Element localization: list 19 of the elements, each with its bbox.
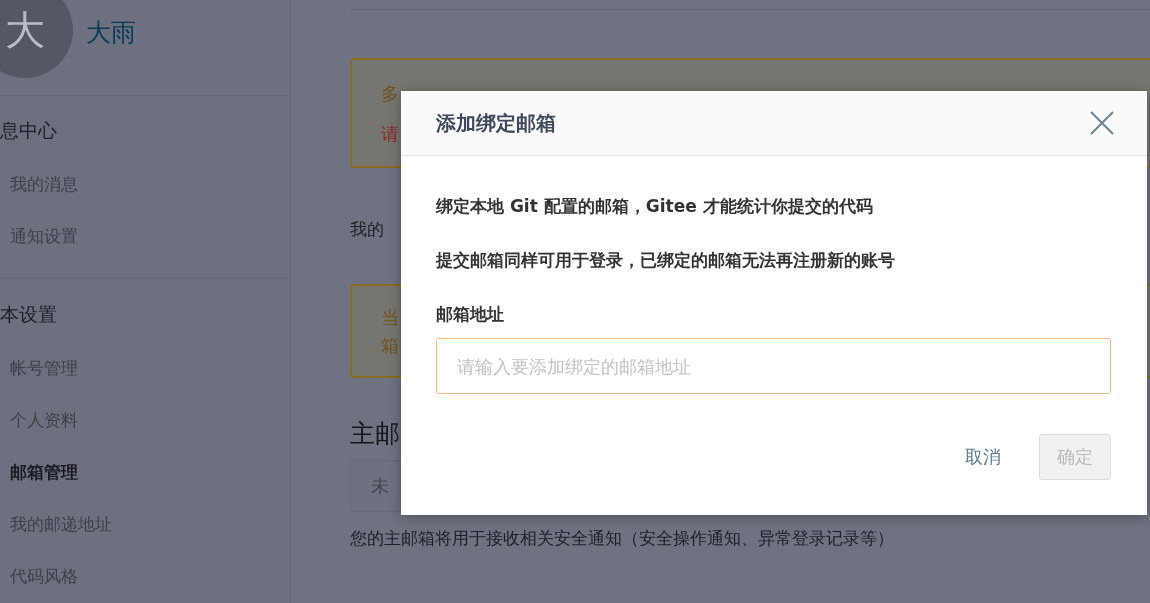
close-icon[interactable]: [1090, 111, 1114, 135]
section-title: 本设置: [0, 302, 58, 327]
intro-text: 我的: [350, 218, 384, 241]
notice-text: 箱: [381, 334, 399, 358]
notice-text: 当: [381, 306, 399, 330]
primary-email-note: 您的主邮箱将用于接收相关安全通知（安全操作通知、异常登录记录等）: [350, 527, 894, 550]
sidebar-item[interactable]: 邮箱管理: [0, 446, 290, 498]
notice-text: 多: [381, 82, 399, 106]
avatar: 大: [0, 0, 73, 78]
field-label: 邮箱地址: [436, 303, 504, 326]
notice-text: 请: [381, 122, 399, 146]
section-heading: 主邮: [350, 418, 400, 450]
dialog-title: 添加绑定邮箱: [436, 109, 556, 137]
dialog-text: 提交邮箱同样可用于登录，已绑定的邮箱无法再注册新的账号: [436, 249, 895, 272]
dialog-text: 绑定本地 Git 配置的邮箱，Gitee 才能统计你提交的代码: [436, 195, 873, 218]
user-name: 大雨: [86, 17, 136, 49]
email-input[interactable]: 请输入要添加绑定的邮箱地址: [436, 338, 1111, 394]
section-title: 息中心: [0, 118, 58, 143]
cancel-button[interactable]: 取消: [947, 434, 1019, 480]
